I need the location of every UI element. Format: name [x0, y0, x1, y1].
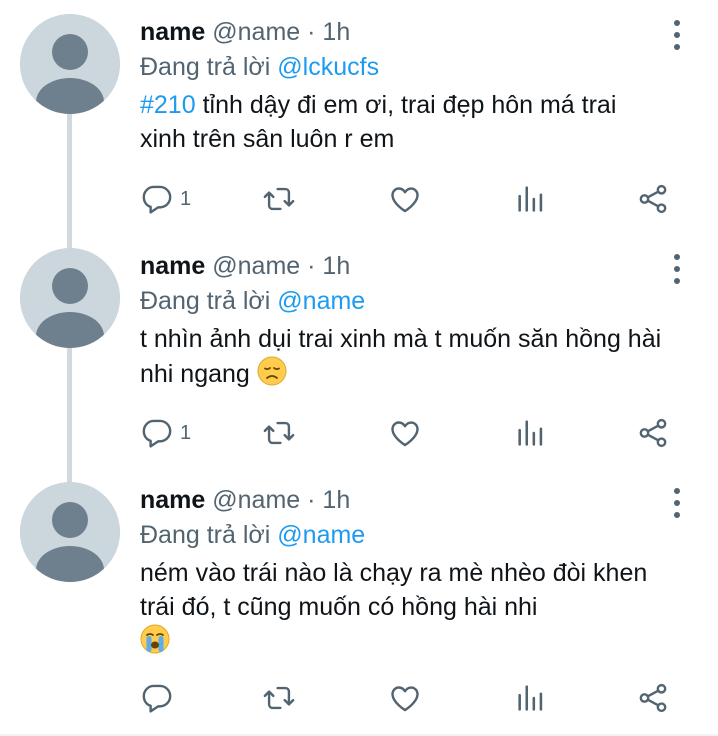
- user-handle[interactable]: @name: [212, 18, 300, 46]
- reply-icon: [142, 684, 172, 713]
- default-avatar-icon: [20, 482, 120, 582]
- share-button[interactable]: [636, 179, 670, 219]
- separator-dot: ·: [307, 252, 316, 280]
- replying-to: Đang trả lời @lckucfs: [140, 50, 668, 84]
- more-vertical-icon[interactable]: [670, 488, 684, 518]
- tweet-actions: 1: [140, 179, 680, 219]
- analytics-icon: [518, 186, 543, 212]
- replying-to-label: Đang trả lời: [140, 521, 271, 549]
- retweet-button[interactable]: [262, 678, 296, 718]
- tweet-actions: [140, 678, 680, 718]
- retweet-icon: [263, 421, 295, 445]
- views-button[interactable]: [514, 179, 548, 219]
- share-icon: [639, 418, 667, 448]
- share-icon: [639, 184, 667, 214]
- tweet-content: name @name · 1h Đang trả lời @name t nhì…: [140, 248, 668, 395]
- display-name[interactable]: name: [140, 252, 205, 280]
- tweet-content: name @name · 1h Đang trả lời @lckucfs #2…: [140, 14, 668, 156]
- display-name[interactable]: name: [140, 18, 205, 46]
- tweet-text-body: t nhìn ảnh dụi trai xinh mà t muốn săn h…: [140, 325, 662, 389]
- reply-count: 1: [180, 421, 192, 444]
- share-button[interactable]: [636, 413, 670, 453]
- replying-to: Đang trả lời @name: [140, 284, 668, 318]
- heart-icon: [391, 421, 419, 447]
- reply-icon: [142, 419, 172, 448]
- heart-icon: [391, 686, 419, 712]
- avatar[interactable]: [20, 14, 120, 114]
- tweet-header: name @name · 1h: [140, 248, 668, 284]
- tweet-header: name @name · 1h: [140, 14, 668, 50]
- avatar[interactable]: [20, 482, 120, 582]
- heart-icon: [391, 187, 419, 213]
- timestamp[interactable]: 1h: [322, 18, 350, 46]
- views-button[interactable]: [514, 678, 548, 718]
- separator-dot: ·: [307, 18, 316, 46]
- replying-to-label: Đang trả lời: [140, 287, 271, 315]
- loudly-crying-face-emoji: [140, 624, 170, 663]
- tweet-text-body: tỉnh dậy đi em ơi, trai đẹp hôn má trai …: [140, 91, 617, 153]
- mention-link[interactable]: @lckucfs: [277, 53, 379, 81]
- tweet-text: ném vào trái nào là chạy ra mè nhèo đòi …: [140, 556, 668, 663]
- tweet-text-body: ném vào trái nào là chạy ra mè nhèo đòi …: [140, 559, 648, 621]
- tweet-text: #210 tỉnh dậy đi em ơi, trai đẹp hôn má …: [140, 88, 668, 156]
- retweet-icon: [263, 686, 295, 710]
- mention-link[interactable]: @name: [277, 287, 365, 315]
- reply-button[interactable]: 1: [140, 179, 191, 219]
- more-vertical-icon[interactable]: [670, 254, 684, 284]
- like-button[interactable]: [388, 413, 422, 453]
- replying-to: Đang trả lời @name: [140, 518, 668, 552]
- retweet-button[interactable]: [262, 179, 296, 219]
- user-handle[interactable]: @name: [212, 486, 300, 514]
- more-vertical-icon[interactable]: [670, 20, 684, 50]
- views-button[interactable]: [514, 413, 548, 453]
- separator-dot: ·: [307, 486, 316, 514]
- like-button[interactable]: [388, 179, 422, 219]
- tweet[interactable]: name @name · 1h Đang trả lời @lckucfs #2…: [0, 0, 718, 234]
- tweet-actions: 1: [140, 413, 680, 453]
- analytics-icon: [518, 685, 543, 711]
- tweet[interactable]: name @name · 1h Đang trả lời @name t nhì…: [0, 234, 718, 468]
- retweet-icon: [263, 187, 295, 211]
- analytics-icon: [518, 420, 543, 446]
- avatar[interactable]: [20, 248, 120, 348]
- user-handle[interactable]: @name: [212, 252, 300, 280]
- hashtag-link[interactable]: #210: [140, 91, 196, 119]
- default-avatar-icon: [20, 248, 120, 348]
- mention-link[interactable]: @name: [277, 521, 365, 549]
- tweet[interactable]: name @name · 1h Đang trả lời @name ném v…: [0, 468, 718, 736]
- tweet-content: name @name · 1h Đang trả lời @name ném v…: [140, 482, 668, 663]
- share-button[interactable]: [636, 678, 670, 718]
- reply-button[interactable]: 1: [140, 413, 191, 453]
- tweet-text: t nhìn ảnh dụi trai xinh mà t muốn săn h…: [140, 322, 668, 395]
- tweet-header: name @name · 1h: [140, 482, 668, 518]
- disappointed-face-emoji: [257, 356, 287, 395]
- retweet-button[interactable]: [262, 413, 296, 453]
- reply-button[interactable]: [140, 678, 180, 718]
- display-name[interactable]: name: [140, 486, 205, 514]
- timestamp[interactable]: 1h: [322, 486, 350, 514]
- like-button[interactable]: [388, 678, 422, 718]
- default-avatar-icon: [20, 14, 120, 114]
- reply-count: 1: [180, 187, 192, 210]
- timestamp[interactable]: 1h: [322, 252, 350, 280]
- reply-icon: [142, 185, 172, 214]
- share-icon: [639, 683, 667, 713]
- replying-to-label: Đang trả lời: [140, 53, 271, 81]
